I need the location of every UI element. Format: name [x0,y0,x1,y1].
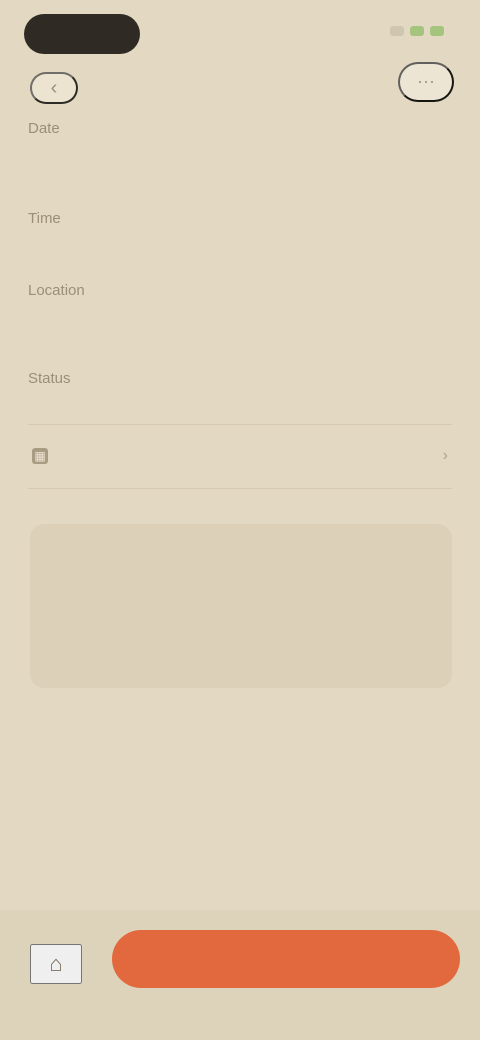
back-button[interactable]: ‹ [30,72,78,104]
status-bar-pill [24,14,140,54]
divider [28,424,452,425]
wifi-icon [410,26,424,36]
more-button[interactable]: ⋯ [398,62,454,102]
info-card [30,524,452,688]
detail-row-location: Location [28,280,460,302]
detail-label: Status [28,370,71,387]
chevron-right-icon: › [442,447,448,464]
secondary-action-button[interactable]: ⌂ [30,944,82,984]
expandable-section-header: ▦ [32,448,58,464]
section-icon: ▦ [32,448,48,464]
expandable-section[interactable]: ▦ › [32,434,448,478]
detail-row-status: Status [28,368,460,390]
primary-action-button[interactable] [112,930,460,988]
detail-label: Time [28,210,61,227]
detail-label: Location [28,282,85,299]
detail-row-time: Time [28,208,460,230]
signal-icon [390,26,404,36]
chevron-left-icon: ‹ [50,76,58,99]
more-icon: ⋯ [417,71,435,92]
detail-row-date: Date [28,118,460,140]
divider [28,488,452,489]
home-icon: ⌂ [49,951,63,976]
battery-icon [430,26,444,36]
detail-label: Date [28,120,60,137]
status-indicators [390,26,444,36]
